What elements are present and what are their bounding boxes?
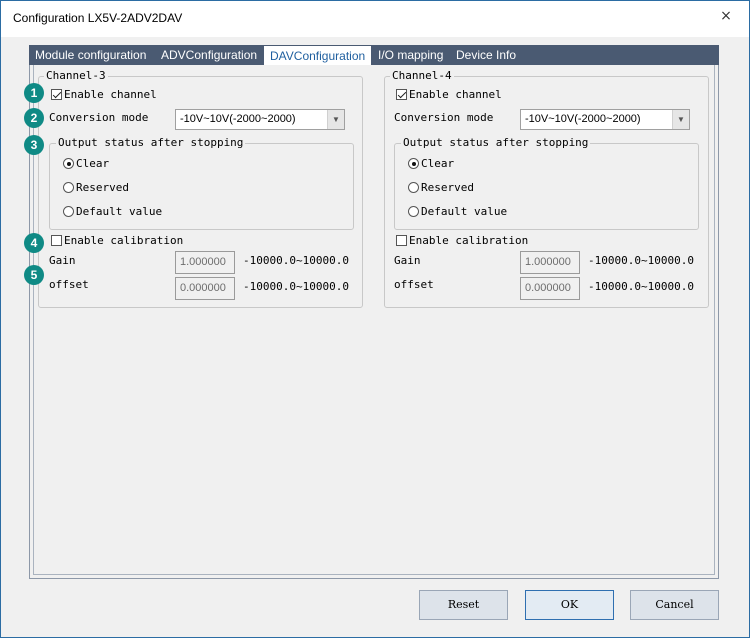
channel-4-offset-input[interactable]: 0.000000: [520, 277, 580, 300]
channel-3-radio-default[interactable]: [63, 206, 74, 217]
channel-4-gain-label: Gain: [394, 254, 421, 267]
annotation-badge-5: 5: [24, 265, 44, 285]
channel-4-gain-range: -10000.0~10000.0: [588, 254, 694, 267]
channel-4-offset-range: -10000.0~10000.0: [588, 280, 694, 293]
channel-3-conversion-mode-value: -10V~10V(-2000~2000): [180, 113, 296, 125]
channel-3-enable-label: Enable channel: [64, 88, 157, 101]
channel-3-conversion-mode-label: Conversion mode: [49, 111, 149, 124]
tab-io-mapping[interactable]: I/O mapping: [372, 45, 449, 65]
channel-4-radio-reserved-label: Reserved: [421, 181, 474, 194]
channel-3-offset-input[interactable]: 0.000000: [175, 277, 235, 300]
channel-3-gain-input[interactable]: 1.000000: [175, 251, 235, 274]
channel-4-radio-reserved[interactable]: [408, 182, 419, 193]
tab-adv-configuration[interactable]: ADVConfiguration: [155, 45, 263, 65]
channel-3-output-status-title: Output status after stopping: [56, 136, 246, 149]
channel-3-gain-label: Gain: [49, 254, 76, 267]
window-title: Configuration LX5V-2ADV2DAV: [13, 11, 183, 25]
annotation-badge-1: 1: [24, 83, 44, 103]
cancel-button[interactable]: Cancel: [630, 590, 719, 620]
tab-bar: Module configuration ADVConfiguration DA…: [29, 45, 719, 66]
channel-3-radio-default-label: Default value: [76, 205, 163, 218]
channel-4-enable-label: Enable channel: [409, 88, 502, 101]
close-icon[interactable]: ×: [711, 5, 741, 27]
channel-4-enable-checkbox[interactable]: [396, 89, 407, 100]
channel-4-offset-label: offset: [394, 278, 434, 291]
channel-4-gain-input[interactable]: 1.000000: [520, 251, 580, 274]
configuration-window: Configuration LX5V-2ADV2DAV × Module con…: [0, 0, 750, 638]
tab-device-info[interactable]: Device Info: [450, 45, 522, 65]
title-bar: Configuration LX5V-2ADV2DAV ×: [1, 1, 749, 37]
chevron-down-icon[interactable]: ▼: [327, 110, 344, 129]
channel-3-title: Channel-3: [44, 69, 108, 82]
ok-button[interactable]: OK: [525, 590, 614, 620]
annotation-badge-2: 2: [24, 108, 44, 128]
reset-button[interactable]: Reset: [419, 590, 508, 620]
channel-4-conversion-mode-select[interactable]: -10V~10V(-2000~2000) ▼: [520, 109, 690, 130]
channel-3-enable-checkbox[interactable]: [51, 89, 62, 100]
channel-4-conversion-mode-value: -10V~10V(-2000~2000): [525, 113, 641, 125]
channel-3-calibration-checkbox[interactable]: [51, 235, 62, 246]
channel-3-conversion-mode-select[interactable]: -10V~10V(-2000~2000) ▼: [175, 109, 345, 130]
channel-4-radio-default-label: Default value: [421, 205, 508, 218]
channel-4-radio-default[interactable]: [408, 206, 419, 217]
channel-4-radio-clear[interactable]: [408, 158, 419, 169]
chevron-down-icon[interactable]: ▼: [672, 110, 689, 129]
channel-4-title: Channel-4: [390, 69, 454, 82]
annotation-badge-4: 4: [24, 233, 44, 253]
channel-4-conversion-mode-label: Conversion mode: [394, 111, 494, 124]
channel-4-calibration-label: Enable calibration: [409, 234, 529, 247]
channel-4-output-status-title: Output status after stopping: [401, 136, 591, 149]
channel-3-radio-reserved-label: Reserved: [76, 181, 129, 194]
annotation-badge-3: 3: [24, 135, 44, 155]
channel-3-radio-clear[interactable]: [63, 158, 74, 169]
channel-3-radio-reserved[interactable]: [63, 182, 74, 193]
channel-3-gain-range: -10000.0~10000.0: [243, 254, 349, 267]
channel-3-calibration-label: Enable calibration: [64, 234, 184, 247]
channel-4-calibration-checkbox[interactable]: [396, 235, 407, 246]
channel-4-radio-clear-label: Clear: [421, 157, 455, 170]
tab-module-configuration[interactable]: Module configuration: [29, 45, 152, 65]
channel-3-radio-clear-label: Clear: [76, 157, 110, 170]
tab-dav-configuration[interactable]: DAVConfiguration: [264, 46, 372, 66]
channel-3-offset-range: -10000.0~10000.0: [243, 280, 349, 293]
channel-3-offset-label: offset: [49, 278, 89, 291]
